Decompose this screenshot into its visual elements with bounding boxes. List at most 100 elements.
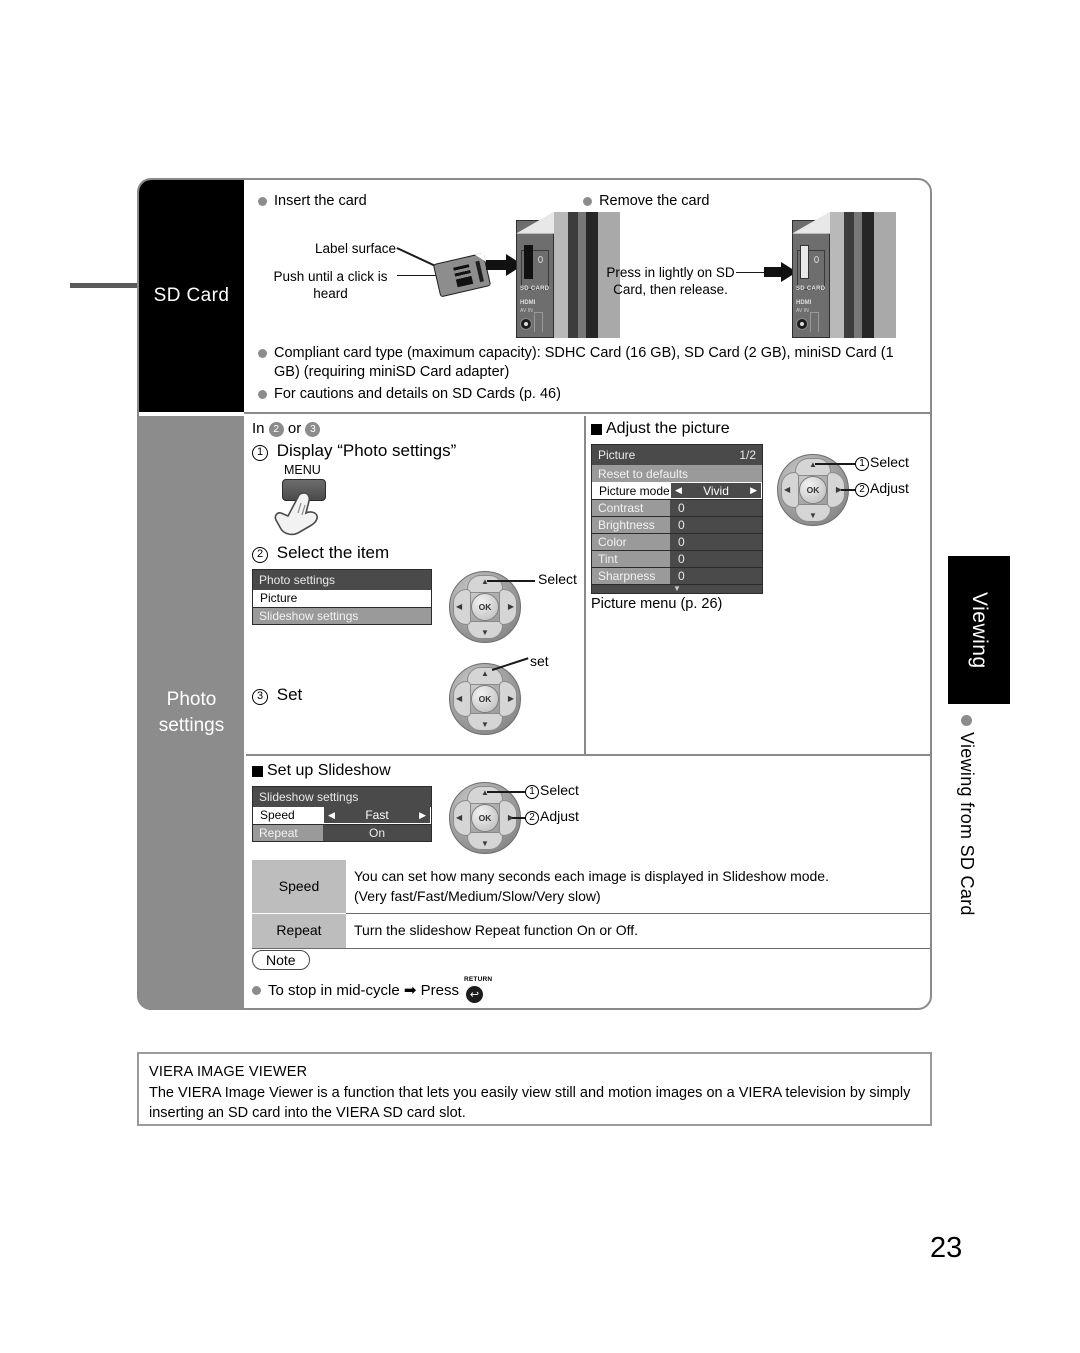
menu-button-illustration: MENU [274, 461, 582, 539]
osd-row-speed[interactable]: Speed ◀ Fast ▶ [253, 807, 431, 824]
right-side-label: Viewing from SD Card [957, 732, 977, 916]
step-3-number: 3 [252, 689, 268, 705]
osd-row-picture[interactable]: Picture [253, 590, 431, 607]
menu-key-label: MENU [284, 463, 321, 477]
bullet-dot-icon [258, 348, 267, 358]
bullet-dot-icon [583, 197, 593, 206]
osd-left-arrow-icon[interactable]: ◀ [675, 485, 682, 496]
dpad-left-arrow-icon: ◀ [784, 485, 791, 494]
dpad-slideshow[interactable]: OK ▲ ▼ ◀ ▶ [449, 782, 521, 854]
push-until-click-caption: Push until a click is heard [273, 268, 388, 302]
osd-photo-settings-menu: Photo settings Picture Slideshow setting… [252, 569, 432, 625]
right-tab-label: Viewing [968, 591, 991, 669]
dpad-set-step3[interactable]: OK ▲ ▼ ◀ ▶ [449, 663, 521, 735]
osd-value-contrast: 0 [670, 500, 762, 516]
dpad-left-arrow-icon: ◀ [456, 602, 463, 611]
right-section-tab-viewing: Viewing [948, 556, 1010, 704]
return-key-icon: RETURN ↩ [463, 976, 493, 1003]
osd-row-contrast[interactable]: Contrast 0 [592, 499, 762, 516]
in-step-reference: In 2 or 3 [252, 420, 582, 437]
osd-row-reset-to-defaults[interactable]: Reset to defaults [592, 465, 762, 482]
return-glyph-icon: ↩ [465, 986, 483, 1003]
slideshow-select-leader [487, 791, 525, 793]
osd-row-brightness[interactable]: Brightness 0 [592, 516, 762, 533]
step-ref-2: 2 [268, 422, 284, 437]
slideshow-callout-adjust: 2 Adjust [525, 808, 579, 825]
remove-card-heading: Remove the card [583, 192, 918, 212]
osd-row-repeat[interactable]: Repeat On [253, 824, 431, 841]
sd-card-tab-label: SD Card [153, 285, 230, 306]
divider-horizontal-main [244, 412, 932, 414]
osd-row-color[interactable]: Color 0 [592, 533, 762, 550]
dpad-down-arrow-icon: ▼ [481, 839, 489, 848]
picture-callout-adjust: 2 Adjust [855, 480, 909, 497]
dpad-up-arrow-icon: ▲ [481, 669, 489, 678]
osd-right-arrow-icon[interactable]: ▶ [750, 485, 757, 496]
table-key-speed: Speed [252, 860, 346, 915]
dpad-ok-button[interactable]: OK [471, 685, 499, 713]
cautions-bullet: For cautions and details on SD Cards (p.… [258, 385, 918, 405]
osd-title-photo-settings: Photo settings [253, 570, 431, 590]
hdmi-port-label: HDMI [520, 299, 536, 306]
sd-card-illustrations: Label surface Push until a click is heard [258, 211, 918, 342]
dpad-ok-button[interactable]: OK [471, 804, 499, 832]
callout-number-2: 2 [855, 483, 869, 497]
sd-card-panel: Insert the card Remove the card Label su… [244, 180, 932, 412]
right-side-subsection: Viewing from SD Card [956, 715, 977, 916]
slideshow-adjust-leader [512, 817, 525, 819]
sd-chip-bar [475, 260, 484, 282]
dpad-select-step2[interactable]: OK ▲ ▼ ◀ ▶ [449, 571, 521, 643]
osd-value-brightness: 0 [670, 517, 762, 533]
divider-vertical [584, 416, 586, 754]
dpad-up-arrow-icon: ▲ [481, 788, 489, 797]
hdmi-port-label: HDMI [796, 299, 812, 306]
sd-card-chip-illustration [432, 252, 492, 297]
compliant-card-bullet: Compliant card type (maximum capacity): … [258, 344, 918, 383]
bullet-dot-icon [252, 985, 261, 995]
sidebar-tab-photo-settings: Photo settings [139, 416, 244, 1010]
step-3-heading: 3 Set [252, 685, 302, 705]
table-row: Repeat Turn the slideshow Repeat functio… [252, 913, 930, 949]
table-row: Speed You can set how many seconds each … [252, 860, 930, 915]
dpad-up-arrow-icon: ▲ [481, 577, 489, 586]
dpad-left-arrow-icon: ◀ [456, 813, 463, 822]
dpad-down-arrow-icon: ▼ [809, 511, 817, 520]
push-click-leader [397, 274, 437, 277]
page-number: 23 [930, 1232, 963, 1264]
setup-slideshow-heading: Set up Slideshow [252, 762, 930, 780]
sd-card-port-label: SD CARD [796, 285, 826, 292]
dpad-ok-button[interactable]: OK [471, 593, 499, 621]
callout-number-2: 2 [525, 811, 539, 825]
osd-picture-menu: Picture 1/2 Reset to defaults Picture mo… [591, 444, 763, 594]
adjust-picture-heading: Adjust the picture [591, 420, 929, 438]
osd-row-picture-mode[interactable]: Picture mode ◀ Vivid ▶ [592, 482, 762, 499]
osd-row-sharpness[interactable]: Sharpness 0 [592, 567, 762, 584]
dpad-right-arrow-icon: ▶ [507, 694, 514, 703]
osd-row-tint[interactable]: Tint 0 [592, 550, 762, 567]
dpad-adjust-picture[interactable]: OK ▲ ▼ ◀ ▶ [777, 454, 849, 526]
dpad-right-arrow-icon: ▶ [507, 602, 514, 611]
osd-left-arrow-icon[interactable]: ◀ [328, 810, 335, 821]
setup-slideshow-section: Set up Slideshow Slideshow settings Spee… [252, 762, 930, 854]
photo-settings-steps: In 2 or 3 1 Display “Photo settings” MEN… [252, 420, 582, 747]
osd-slideshow-settings-menu: Slideshow settings Speed ◀ Fast ▶ Repeat… [252, 786, 432, 842]
osd-value-speed: Fast [365, 808, 389, 822]
osd-scroll-down-icon[interactable]: ▼ [592, 584, 762, 593]
slideshow-callout-select: 1 Select [525, 782, 579, 799]
dpad-ok-button[interactable]: OK [799, 476, 827, 504]
bullet-dot-icon [961, 715, 972, 726]
viera-viewer-title: VIERA IMAGE VIEWER [149, 1064, 308, 1080]
note-badge: Note [252, 950, 310, 970]
bullet-dot-icon [258, 197, 267, 206]
osd-page-indicator: 1/2 [739, 448, 756, 462]
table-key-repeat: Repeat [252, 913, 346, 949]
osd-row-slideshow-settings[interactable]: Slideshow settings [253, 607, 431, 624]
dpad-up-arrow-icon: ▲ [809, 460, 817, 469]
osd-title-picture: Picture 1/2 [592, 445, 762, 465]
photo-settings-tab-label: Photo settings [158, 689, 225, 736]
av-in-port-label: AV IN [796, 307, 809, 314]
return-key-label: RETURN [463, 976, 493, 983]
section-square-icon [252, 765, 263, 777]
osd-right-arrow-icon[interactable]: ▶ [419, 810, 426, 821]
osd-value-repeat: On [323, 825, 431, 841]
